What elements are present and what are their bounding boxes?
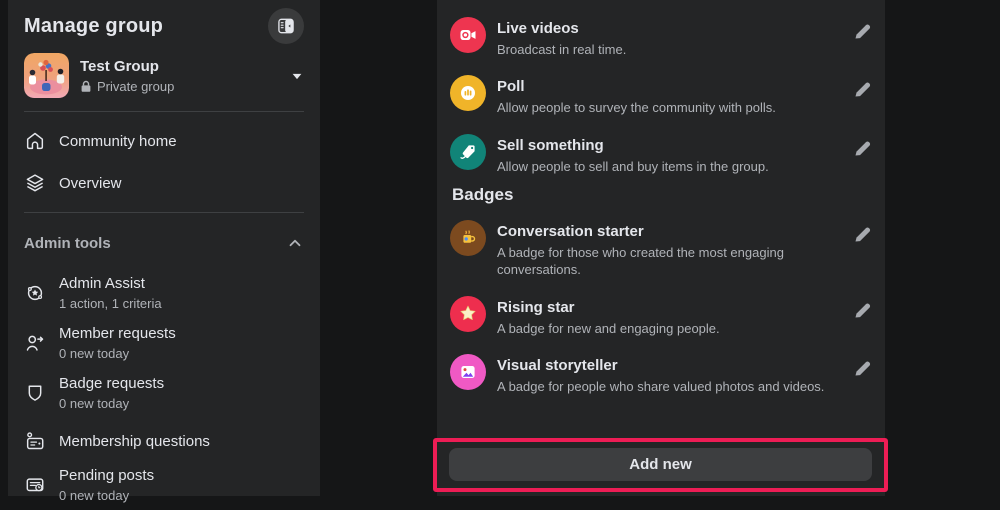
sidebar-item-community-home[interactable]: Community home	[16, 120, 312, 162]
feature-row-sell-something: Sell something Allow people to sell and …	[450, 134, 885, 175]
live-video-icon	[450, 17, 486, 53]
person-card-icon	[24, 430, 46, 452]
sidebar-item-badge-requests[interactable]: Badge requests 0 new today	[16, 368, 312, 418]
badges-section-header: Badges	[452, 185, 514, 204]
sidebar-item-label: Admin Assist	[59, 275, 145, 292]
star-badge-icon	[450, 296, 486, 332]
sidebar-item-overview[interactable]: Overview	[16, 162, 312, 204]
edit-rising-star-button[interactable]	[851, 298, 875, 322]
annotation-highlight-box: Add new	[433, 438, 888, 492]
badge-description: A badge for people who share valued phot…	[497, 379, 825, 394]
feature-row-live-videos: Live videos Broadcast in real time.	[450, 17, 885, 58]
edit-conversation-starter-button[interactable]	[851, 222, 875, 246]
edit-live-videos-button[interactable]	[851, 19, 875, 43]
badge-title: Visual storyteller	[497, 357, 618, 374]
badge-title: Conversation starter	[497, 223, 644, 240]
feature-title: Live videos	[497, 20, 579, 37]
chevron-down-icon	[290, 69, 304, 83]
coffee-mug-badge-icon	[450, 220, 486, 256]
divider	[24, 111, 304, 112]
edit-poll-button[interactable]	[851, 77, 875, 101]
group-info: Test Group Private group	[80, 57, 174, 94]
home-icon	[24, 130, 46, 152]
lock-icon	[80, 80, 92, 93]
price-tag-icon	[450, 134, 486, 170]
sidebar-item-label: Member requests	[59, 325, 176, 342]
divider	[24, 212, 304, 213]
feature-title: Poll	[497, 78, 525, 95]
group-avatar	[24, 53, 69, 98]
badge-row-visual-storyteller: Visual storyteller A badge for people wh…	[450, 354, 885, 395]
feature-row-poll: Poll Allow people to survey the communit…	[450, 75, 885, 116]
pencil-icon	[855, 361, 870, 376]
sidebar-item-membership-questions[interactable]: Membership questions	[16, 424, 312, 458]
group-privacy: Private group	[80, 79, 174, 94]
badge-description: A badge for those who created the most e…	[497, 245, 784, 277]
photo-badge-icon	[450, 354, 486, 390]
group-privacy-label: Private group	[97, 79, 175, 94]
sidebar-header: Manage group	[16, 0, 312, 48]
sidebar-item-member-requests[interactable]: Member requests 0 new today	[16, 318, 312, 368]
post-clock-icon	[24, 474, 46, 496]
pencil-icon	[855, 303, 870, 318]
group-selector[interactable]: Test Group Private group	[16, 48, 312, 103]
manage-group-sidebar: Manage group Test Group Private group Co…	[8, 0, 320, 503]
sidebar-item-label: Overview	[59, 174, 122, 192]
group-features-panel: Live videos Broadcast in real time. Poll…	[437, 0, 885, 496]
add-new-button[interactable]: Add new	[449, 448, 872, 481]
sidebar-item-label: Pending posts	[59, 467, 155, 484]
person-arrow-icon	[24, 332, 46, 354]
sidebar-item-sublabel: 0 new today	[59, 396, 130, 411]
admin-tools-title: Admin tools	[24, 234, 111, 252]
group-name: Test Group	[80, 58, 159, 75]
sidebar-item-sublabel: 0 new today	[59, 346, 130, 361]
edit-visual-storyteller-button[interactable]	[851, 356, 875, 380]
pencil-icon	[855, 227, 870, 242]
pencil-icon	[855, 82, 870, 97]
feature-description: Allow people to sell and buy items in th…	[497, 159, 769, 174]
sidebar-collapse-icon	[276, 16, 296, 36]
sidebar-item-label: Badge requests	[59, 375, 165, 392]
sidebar-item-sublabel: 1 action, 1 criteria	[59, 296, 162, 311]
feature-title: Sell something	[497, 137, 604, 154]
sidebar-item-label: Membership questions	[59, 432, 210, 450]
pencil-icon	[855, 141, 870, 156]
chevron-up-icon	[286, 234, 304, 252]
badge-row-rising-star: Rising star A badge for new and engaging…	[450, 296, 885, 337]
shield-icon	[24, 382, 46, 404]
sidebar-item-pending-posts[interactable]: Pending posts 0 new today	[16, 460, 312, 510]
pencil-icon	[855, 24, 870, 39]
sidebar-item-admin-assist[interactable]: Admin Assist 1 action, 1 criteria	[16, 268, 312, 318]
feature-description: Allow people to survey the community wit…	[497, 100, 776, 115]
admin-assist-seal-icon	[24, 282, 46, 304]
sidebar-item-label: Community home	[59, 132, 177, 150]
admin-tools-section-header[interactable]: Admin tools	[16, 221, 312, 260]
badge-title: Rising star	[497, 299, 575, 316]
feature-description: Broadcast in real time.	[497, 42, 627, 57]
page-title: Manage group	[24, 14, 164, 37]
layers-icon	[24, 172, 46, 194]
badge-description: A badge for new and engaging people.	[497, 321, 720, 336]
edit-sell-something-button[interactable]	[851, 136, 875, 160]
collapse-sidebar-button[interactable]	[268, 8, 304, 44]
badge-row-conversation-starter: Conversation starter A badge for those w…	[450, 220, 885, 278]
poll-bars-icon	[450, 75, 486, 111]
